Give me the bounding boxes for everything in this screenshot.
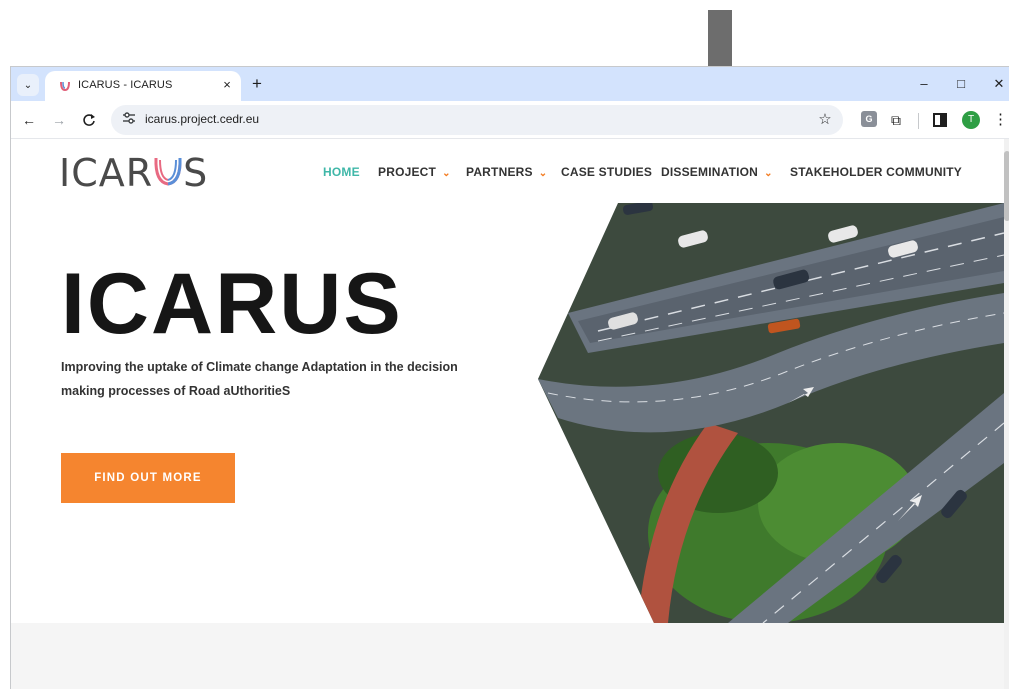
nav-project-label: PROJECT (378, 165, 437, 179)
logo-wings-icon (154, 157, 182, 186)
profile-avatar[interactable]: T (962, 111, 980, 129)
nav-partners-label: PARTNERS (466, 165, 533, 179)
url-text[interactable]: icarus.project.cedr.eu (145, 112, 259, 126)
nav-partners[interactable]: PARTNERS ⌄ (466, 165, 547, 179)
page-scrollbar[interactable] (1004, 139, 1009, 689)
reload-icon[interactable] (79, 110, 99, 130)
tab-strip: ⌄ ICARUS - ICARUS × + – □ ✕ (11, 67, 1009, 101)
icarus-logo[interactable]: ICAR S (59, 151, 208, 195)
forward-arrow-icon[interactable]: → (49, 110, 69, 130)
page-viewport: ICAR S HOME PROJECT ⌄ PARTNERS ⌄ CASE STUD… (11, 139, 1009, 689)
chevron-down-icon: ⌄ (538, 168, 548, 179)
nav-case-studies[interactable]: CASE STUDIES (561, 165, 652, 179)
scrollbar-thumb[interactable] (1004, 151, 1009, 221)
browser-toolbar: ← → icarus.project.cedr.eu ☆ G ⧉ T ⋮ (11, 101, 1009, 139)
chevron-down-icon: ⌄ (764, 168, 773, 179)
favicon-icon (60, 81, 70, 92)
nav-home-label: HOME (323, 165, 360, 179)
side-panel-icon[interactable] (933, 113, 947, 127)
back-arrow-icon[interactable]: ← (19, 110, 39, 130)
new-tab-button[interactable]: + (247, 74, 267, 94)
logo-text-right: S (183, 151, 209, 195)
chevron-down-icon: ⌄ (23, 79, 33, 91)
tab-search-button[interactable]: ⌄ (17, 74, 39, 96)
screenshot-stage: ⌄ ICARUS - ICARUS × + – □ ✕ ← → icarus.p… (0, 0, 1009, 689)
minimize-button[interactable]: – (913, 73, 935, 95)
nav-stakeholder-label: STAKEHOLDER COMMUNITY (790, 165, 962, 179)
toolbar-divider (918, 113, 919, 129)
tab-close-icon[interactable]: × (219, 77, 235, 93)
next-section-band (11, 623, 1004, 689)
chevron-down-icon: ⌄ (442, 168, 451, 179)
kebab-menu-icon[interactable]: ⋮ (993, 110, 1008, 130)
tune-icon (123, 112, 135, 124)
highway-aerial-image (538, 203, 1004, 623)
extension-g-icon[interactable]: G (861, 111, 877, 127)
reload-arrow-icon (83, 114, 95, 126)
nav-home[interactable]: HOME (323, 165, 360, 179)
site-info-icon[interactable] (121, 112, 137, 128)
logo-text-left: ICAR (59, 151, 154, 195)
address-bar[interactable]: icarus.project.cedr.eu (111, 105, 843, 135)
nav-project[interactable]: PROJECT ⌄ (378, 165, 451, 179)
tab-title: ICARUS - ICARUS (78, 79, 173, 91)
nav-stakeholder-community[interactable]: STAKEHOLDER COMMUNITY (790, 165, 962, 179)
browser-tab[interactable]: ICARUS - ICARUS × (45, 71, 241, 101)
nav-dissemination-label: DISSEMINATION (661, 165, 759, 179)
nav-dissemination[interactable]: DISSEMINATION ⌄ (661, 165, 773, 179)
nav-case-studies-label: CASE STUDIES (561, 165, 653, 179)
close-window-button[interactable]: ✕ (988, 73, 1009, 95)
bookmark-star-icon[interactable]: ☆ (815, 110, 835, 130)
maximize-button[interactable]: □ (950, 73, 972, 95)
hero-subtitle: Improving the uptake of Climate change A… (61, 360, 458, 398)
find-out-more-button[interactable]: FIND OUT MORE (61, 453, 235, 503)
browser-window: ⌄ ICARUS - ICARUS × + – □ ✕ ← → icarus.p… (10, 66, 1009, 689)
extensions-puzzle-icon[interactable]: ⧉ (887, 111, 905, 129)
hero-title: ICARUS (61, 256, 403, 352)
